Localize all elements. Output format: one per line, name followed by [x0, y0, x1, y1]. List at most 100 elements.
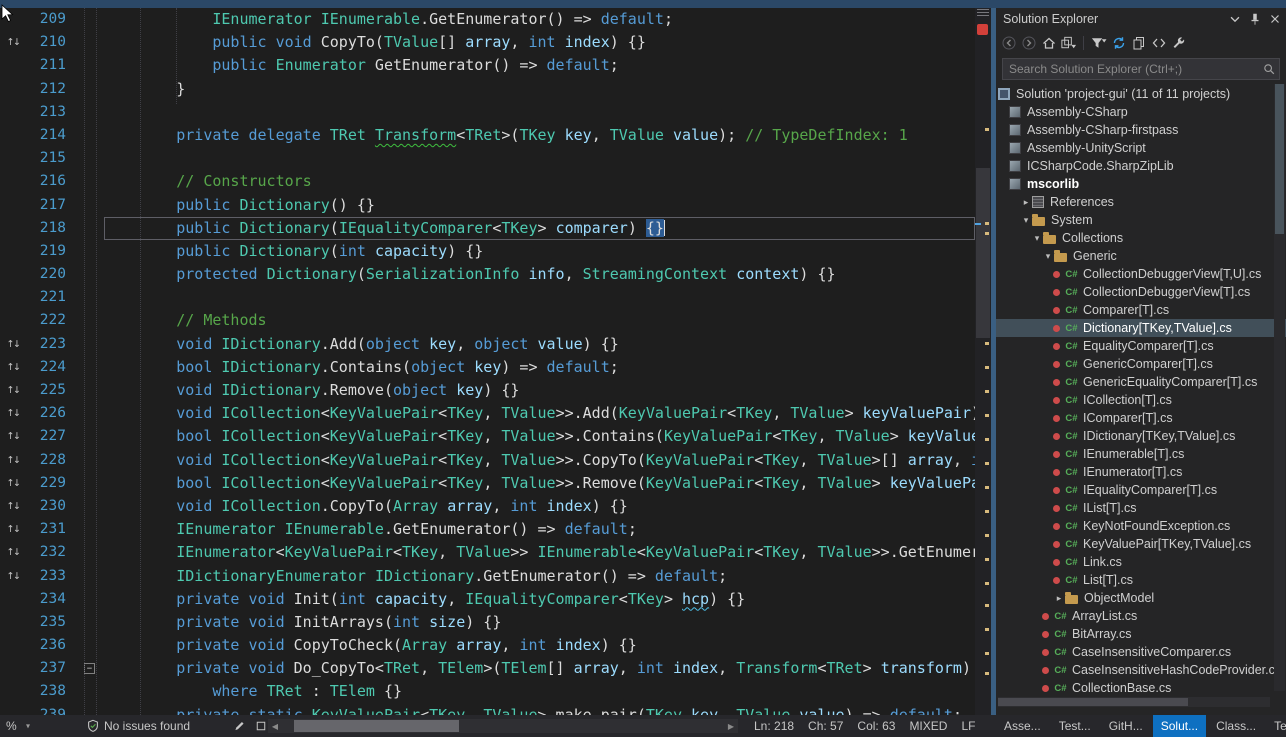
tree-item[interactable]: C#Dictionary[TKey,TValue].cs — [996, 319, 1286, 337]
code-text[interactable]: public Dictionary(int capacity) {} — [104, 240, 975, 263]
code-editor[interactable]: 209 IEnumerator IEnumerable.GetEnumerato… — [0, 8, 975, 715]
glyph-margin[interactable] — [0, 263, 26, 286]
code-text[interactable]: public Enumerator GetEnumerator() => def… — [104, 54, 975, 77]
view-code-icon[interactable] — [1150, 35, 1167, 52]
tree-item[interactable]: mscorlib — [996, 175, 1286, 193]
code-text[interactable]: IEnumerator<KeyValuePair<TKey, TValue>> … — [104, 541, 975, 564]
tree-item[interactable]: C#GenericEqualityComparer[T].cs — [996, 373, 1286, 391]
code-text[interactable] — [104, 286, 975, 309]
tree-item[interactable]: C#Comparer[T].cs — [996, 301, 1286, 319]
solution-explorer-titlebar[interactable]: Solution Explorer — [996, 8, 1286, 30]
tool-window-tab[interactable]: GitH... — [1101, 715, 1151, 737]
code-text[interactable]: bool ICollection<KeyValuePair<TKey, TVal… — [104, 425, 975, 448]
outline-margin[interactable] — [76, 704, 104, 715]
outline-margin[interactable] — [76, 286, 104, 309]
tree-item[interactable]: C#ICollection[T].cs — [996, 391, 1286, 409]
code-text[interactable]: void ICollection<KeyValuePair<TKey, TVal… — [104, 402, 975, 425]
glyph-margin[interactable]: ↑↓ — [0, 356, 26, 379]
code-text[interactable]: public Dictionary() {} — [104, 194, 975, 217]
back-icon[interactable] — [1000, 35, 1017, 52]
glyph-margin[interactable] — [0, 101, 26, 124]
code-text[interactable]: where TRet : TElem {} — [104, 680, 975, 703]
code-text[interactable]: // Methods — [104, 309, 975, 332]
tree-item[interactable]: C#GenericComparer[T].cs — [996, 355, 1286, 373]
code-text[interactable]: IDictionaryEnumerator IDictionary.GetEnu… — [104, 565, 975, 588]
outline-margin[interactable] — [76, 333, 104, 356]
glyph-margin[interactable] — [0, 704, 26, 715]
glyph-margin[interactable] — [0, 611, 26, 634]
outline-margin[interactable] — [76, 124, 104, 147]
search-icon[interactable] — [1262, 62, 1276, 76]
zoom-level[interactable]: % — [6, 719, 17, 733]
tree-item[interactable]: Assembly-CSharp — [996, 103, 1286, 121]
outline-margin[interactable] — [76, 356, 104, 379]
tree-item[interactable]: C#EqualityComparer[T].cs — [996, 337, 1286, 355]
outline-margin[interactable] — [76, 634, 104, 657]
scroll-left-icon[interactable]: ◀ — [268, 722, 282, 731]
glyph-margin[interactable]: ↑↓ — [0, 425, 26, 448]
scrollbar-thumb[interactable] — [998, 698, 1188, 706]
glyph-margin[interactable] — [0, 680, 26, 703]
scrollbar-track[interactable] — [282, 719, 724, 733]
code-text[interactable]: bool IDictionary.Contains(object key) =>… — [104, 356, 975, 379]
window-position-icon[interactable] — [1228, 12, 1242, 26]
sync-with-active-document-icon[interactable] — [1110, 35, 1127, 52]
tree-vertical-scrollbar[interactable] — [1274, 84, 1285, 691]
outline-margin[interactable] — [76, 541, 104, 564]
outline-margin[interactable] — [76, 54, 104, 77]
tree-item[interactable]: ▾Collections — [996, 229, 1286, 247]
glyph-margin[interactable] — [0, 194, 26, 217]
close-icon[interactable] — [1268, 12, 1282, 26]
code-text[interactable]: private void CopyToCheck(Array array, in… — [104, 634, 975, 657]
fold-collapse-icon[interactable]: − — [84, 663, 95, 674]
code-text[interactable]: IEnumerator IEnumerable.GetEnumerator() … — [104, 8, 975, 31]
outline-margin[interactable] — [76, 217, 104, 240]
error-marker-icon[interactable] — [977, 24, 988, 35]
scroll-right-icon[interactable]: ▶ — [724, 722, 738, 731]
outline-margin[interactable] — [76, 309, 104, 332]
filter-icon[interactable] — [1090, 35, 1107, 52]
glyph-margin[interactable] — [0, 54, 26, 77]
tree-item[interactable]: C#KeyValuePair[TKey,TValue].cs — [996, 535, 1286, 553]
outline-margin[interactable] — [76, 379, 104, 402]
tree-item[interactable]: C#CaseInsensitiveComparer.cs — [996, 643, 1286, 661]
pencil-icon[interactable] — [233, 720, 246, 733]
scrollbar-thumb[interactable] — [294, 720, 459, 732]
tool-window-tab[interactable]: Class... — [1208, 715, 1264, 737]
outline-margin[interactable] — [76, 425, 104, 448]
code-text[interactable]: public void CopyTo(TValue[] array, int i… — [104, 31, 975, 54]
tree-item[interactable]: C#IComparer[T].cs — [996, 409, 1286, 427]
tree-item[interactable]: C#ArrayList.cs — [996, 607, 1286, 625]
tool-window-tab[interactable]: Asse... — [996, 715, 1049, 737]
expanded-arrow-icon[interactable]: ▾ — [1020, 215, 1032, 226]
outline-margin[interactable] — [76, 402, 104, 425]
outline-margin[interactable] — [76, 8, 104, 31]
code-text[interactable]: void IDictionary.Add(object key, object … — [104, 333, 975, 356]
code-text[interactable]: bool ICollection<KeyValuePair<TKey, TVal… — [104, 472, 975, 495]
code-text[interactable]: protected Dictionary(SerializationInfo i… — [104, 263, 975, 286]
split-window-grip-icon[interactable] — [977, 9, 989, 18]
glyph-margin[interactable] — [0, 588, 26, 611]
tree-item[interactable]: Solution 'project-gui' (11 of 11 project… — [996, 85, 1286, 103]
tool-window-tab[interactable]: Tea... — [1266, 715, 1286, 737]
outline-margin[interactable] — [76, 170, 104, 193]
code-text[interactable]: void ICollection<KeyValuePair<TKey, TVal… — [104, 449, 975, 472]
issues-status[interactable]: No issues found — [104, 719, 190, 733]
glyph-margin[interactable]: ↑↓ — [0, 495, 26, 518]
glyph-margin[interactable] — [0, 78, 26, 101]
code-text[interactable]: private void InitArrays(int size) {} — [104, 611, 975, 634]
code-text[interactable] — [104, 101, 975, 124]
glyph-margin[interactable]: ↑↓ — [0, 31, 26, 54]
tree-item[interactable]: C#List[T].cs — [996, 571, 1286, 589]
outline-margin[interactable] — [76, 611, 104, 634]
code-text[interactable]: // Constructors — [104, 170, 975, 193]
glyph-margin[interactable] — [0, 170, 26, 193]
expanded-arrow-icon[interactable]: ▾ — [1042, 251, 1054, 262]
tree-item[interactable]: ▸ObjectModel — [996, 589, 1286, 607]
outline-margin[interactable] — [76, 472, 104, 495]
scrollbar-thumb[interactable] — [976, 168, 990, 338]
glyph-margin[interactable] — [0, 634, 26, 657]
code-text[interactable]: } — [104, 78, 975, 101]
properties-wrench-icon[interactable] — [1170, 35, 1187, 52]
editor-horizontal-scrollbar[interactable]: ◀ ▶ — [268, 719, 738, 733]
